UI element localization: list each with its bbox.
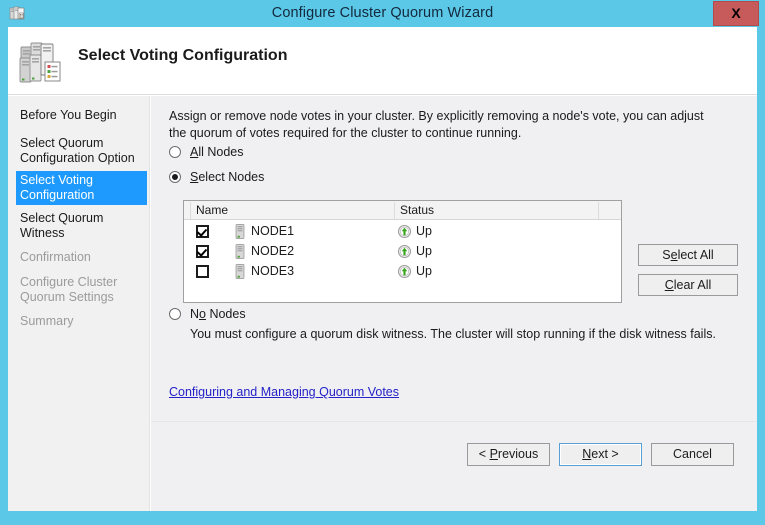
node-name: NODE1: [251, 224, 295, 238]
node-checkbox[interactable]: [196, 265, 209, 278]
status-up-icon: [398, 265, 411, 278]
column-separator[interactable]: [598, 202, 599, 219]
close-button[interactable]: X: [713, 1, 759, 26]
status-up-icon: [398, 225, 411, 238]
window-title: Configure Cluster Quorum Wizard: [271, 5, 494, 21]
sidebar-item-select-voting-configuration[interactable]: Select Voting Configuration: [16, 171, 147, 205]
no-nodes-description: You must configure a quorum disk witness…: [190, 327, 716, 341]
table-row[interactable]: NODE1 Up: [184, 222, 621, 242]
previous-button[interactable]: < Previous: [467, 443, 550, 466]
sidebar-item-select-quorum-witness[interactable]: Select Quorum Witness: [16, 209, 147, 243]
radio-all-nodes-label: All Nodes: [190, 145, 244, 159]
page-banner: Select Voting Configuration: [8, 27, 757, 95]
column-header-status[interactable]: Status: [400, 203, 434, 217]
server-icon: [235, 244, 245, 259]
cluster-servers-large-icon: [19, 38, 67, 84]
column-header-name[interactable]: Name: [196, 203, 228, 217]
node-status: Up: [416, 264, 432, 278]
configure-cluster-quorum-wizard-window: Configure Cluster Quorum Wizard X Select…: [0, 0, 765, 525]
node-name: NODE3: [251, 264, 295, 278]
wizard-sidebar: Before You Begin Select Quorum Configura…: [8, 96, 150, 511]
server-icon: [235, 224, 245, 239]
radio-select-nodes-label: Select Nodes: [190, 170, 265, 184]
column-separator: [190, 202, 191, 219]
intro-description: Assign or remove node votes in your clus…: [169, 109, 704, 140]
select-all-button[interactable]: Select All: [638, 244, 738, 266]
radio-select-nodes[interactable]: Select Nodes: [169, 170, 289, 186]
node-checkbox[interactable]: [196, 225, 209, 238]
table-row[interactable]: NODE3 Up: [184, 262, 621, 282]
server-icon: [235, 264, 245, 279]
node-status: Up: [416, 224, 432, 238]
sidebar-item-before-you-begin[interactable]: Before You Begin: [16, 106, 147, 125]
title-bar: Configure Cluster Quorum Wizard X: [0, 0, 765, 27]
node-list-header: Name Status: [184, 201, 621, 220]
node-list[interactable]: Name Status NODE1 Up NODE2 Up NODE3 Up: [183, 200, 622, 303]
dialog-footer: < Previous Next > Cancel: [151, 421, 757, 511]
node-name: NODE2: [251, 244, 295, 258]
node-checkbox[interactable]: [196, 245, 209, 258]
table-row[interactable]: NODE2 Up: [184, 242, 621, 262]
sidebar-item-confirmation: Confirmation: [20, 250, 91, 264]
radio-all-nodes-mark[interactable]: [169, 146, 181, 158]
radio-no-nodes[interactable]: No Nodes: [169, 307, 289, 323]
node-status: Up: [416, 244, 432, 258]
clear-all-button[interactable]: Clear All: [638, 274, 738, 296]
quorum-votes-link[interactable]: Configuring and Managing Quorum Votes: [169, 385, 399, 399]
sidebar-item-select-quorum-configuration-option[interactable]: Select Quorum Configuration Option: [16, 134, 147, 168]
cancel-button[interactable]: Cancel: [651, 443, 734, 466]
radio-all-nodes[interactable]: All Nodes: [169, 145, 289, 161]
page-title: Select Voting Configuration: [78, 47, 288, 64]
next-button[interactable]: Next >: [559, 443, 642, 466]
radio-no-nodes-label: No Nodes: [190, 307, 246, 321]
sidebar-item-configure-cluster-quorum-settings: Configure Cluster Quorum Settings: [20, 275, 118, 304]
radio-select-nodes-mark[interactable]: [169, 171, 181, 183]
dialog-body: Select Voting Configuration Before You B…: [8, 27, 757, 511]
status-up-icon: [398, 245, 411, 258]
radio-no-nodes-mark[interactable]: [169, 308, 181, 320]
column-separator[interactable]: [394, 202, 395, 219]
sidebar-item-summary: Summary: [20, 314, 74, 328]
